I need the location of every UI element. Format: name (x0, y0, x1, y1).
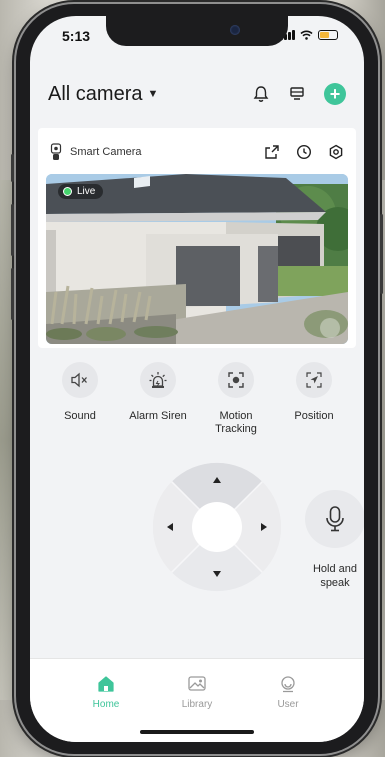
history-clock-icon[interactable] (296, 144, 312, 160)
feature-alarm-siren[interactable]: Alarm Siren (122, 362, 194, 436)
phone-frame: 5:13 All camera ▼ + Smart Camera Live So… (11, 4, 383, 754)
feature-alarm-siren-label: Alarm Siren (129, 410, 187, 422)
tab-home-label: Home (92, 699, 120, 710)
wifi-icon (300, 30, 313, 40)
hold-to-talk-label: Hold and speak (312, 563, 358, 589)
feature-motion-tracking-label: Motion Tracking (215, 410, 257, 435)
phone-volume-down-button (11, 268, 14, 320)
feature-row: Sound Alarm Siren Motion Tracking Positi… (44, 362, 350, 436)
feature-position-button[interactable] (296, 362, 332, 398)
camera-card: Smart Camera Live (38, 128, 356, 348)
live-badge: Live (58, 184, 104, 199)
phone-volume-up-button (11, 204, 14, 256)
fullscreen-button[interactable] (320, 318, 340, 338)
live-label: Live (77, 186, 96, 197)
feature-sound-button[interactable] (62, 362, 98, 398)
camera-selector-title[interactable]: All camera (48, 83, 142, 106)
feature-motion-tracking[interactable]: Motion Tracking (200, 362, 272, 436)
front-camera (230, 25, 240, 35)
target-icon (228, 372, 244, 388)
tab-user-label: User (277, 699, 299, 710)
microphone-icon (326, 506, 344, 532)
tab-library[interactable]: Library (167, 675, 227, 710)
ptz-center (192, 502, 242, 552)
speaker-muted-icon (71, 372, 87, 388)
notch (106, 16, 288, 46)
bell-icon[interactable] (252, 85, 270, 103)
hold-to-talk-button[interactable] (305, 490, 364, 548)
status-time: 5:13 (62, 28, 91, 44)
tab-library-label: Library (181, 699, 213, 710)
settings-gear-icon[interactable] (328, 144, 344, 160)
phone-power-button (380, 214, 383, 294)
bottom-tab-bar: Home Library User (30, 658, 364, 742)
ptz-direction-pad (152, 462, 282, 592)
library-image-icon (188, 676, 206, 691)
camera-feed-scene (46, 174, 348, 344)
feature-sound[interactable]: Sound (44, 362, 116, 436)
live-status-dot (63, 187, 72, 196)
caret-down-icon[interactable]: ▼ (147, 88, 158, 100)
siren-icon (149, 372, 167, 388)
talk-control: Hold and speak (305, 490, 364, 590)
feature-alarm-siren-button[interactable] (140, 362, 176, 398)
feature-position[interactable]: Position (278, 362, 350, 436)
navigation-arrow-icon (306, 372, 322, 388)
feature-position-label: Position (294, 410, 334, 422)
battery-icon (318, 30, 338, 40)
feature-motion-tracking-button[interactable] (218, 362, 254, 398)
share-icon[interactable] (264, 144, 280, 160)
user-icon (281, 676, 295, 693)
screen: 5:13 All camera ▼ + Smart Camera Live So… (30, 16, 364, 742)
tab-home[interactable]: Home (76, 675, 136, 710)
live-video-feed[interactable]: Live (46, 174, 348, 344)
phone-mute-switch (11, 154, 14, 182)
app-header: All camera ▼ + (48, 76, 346, 112)
camera-row: Smart Camera (50, 140, 344, 164)
smart-camera-icon (50, 143, 62, 160)
multi-view-icon[interactable] (288, 85, 306, 103)
add-device-button[interactable]: + (324, 83, 346, 105)
feature-sound-label: Sound (64, 410, 96, 422)
home-indicator (140, 730, 254, 734)
home-icon (98, 676, 114, 692)
camera-name[interactable]: Smart Camera (70, 146, 142, 158)
tab-user[interactable]: User (258, 675, 318, 710)
